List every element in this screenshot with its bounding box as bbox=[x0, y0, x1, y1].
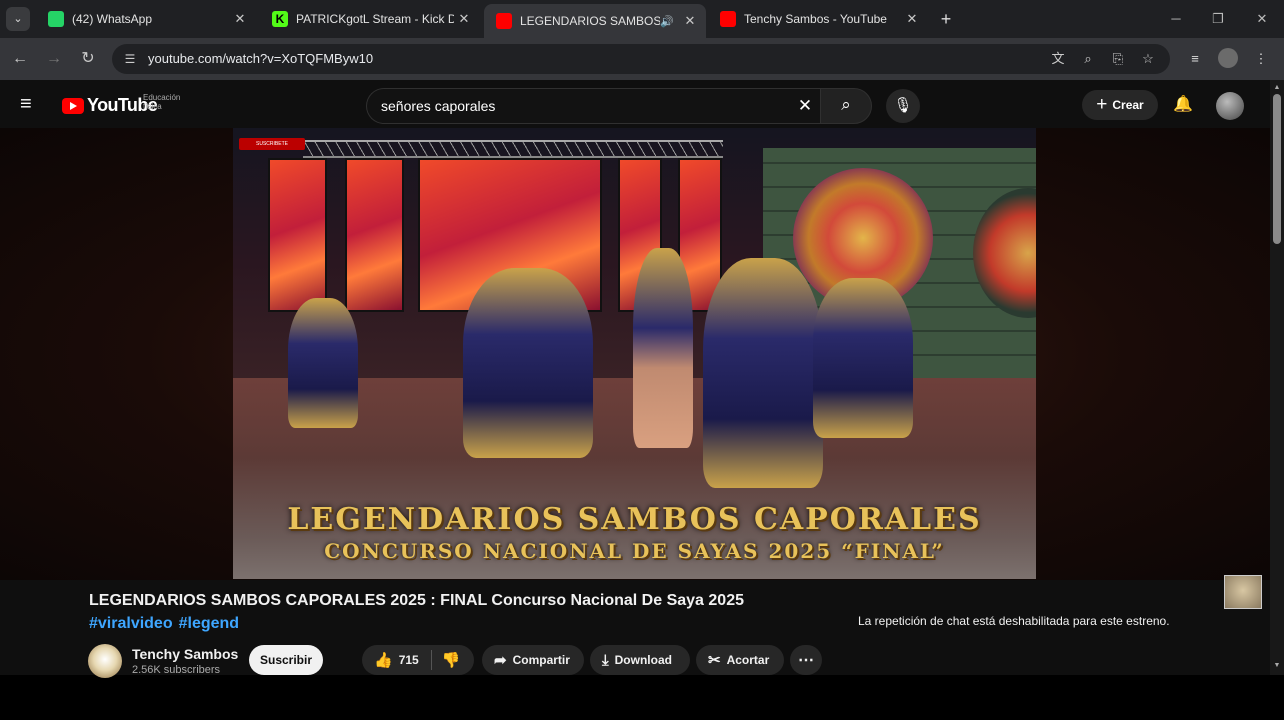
dancer bbox=[463, 268, 593, 458]
more-icon: ⋯ bbox=[798, 652, 814, 669]
video-caption-title: LEGENDARIOS SAMBOS CAPORALES bbox=[287, 502, 982, 537]
subscriber-count: 2.56K subscribers bbox=[132, 664, 221, 676]
thumbs-up-icon[interactable]: 👍 bbox=[374, 651, 393, 669]
plus-icon: + bbox=[1096, 94, 1108, 115]
close-icon[interactable]: ✕ bbox=[230, 11, 250, 27]
youtube-icon bbox=[720, 11, 736, 27]
download-icon: ⤓ bbox=[602, 651, 609, 669]
tab-whatsapp[interactable]: (42) WhatsApp ✕ bbox=[36, 4, 256, 34]
close-icon[interactable]: ✕ bbox=[454, 11, 474, 27]
logo-subtitle: Educación física bbox=[143, 93, 181, 111]
translate-icon[interactable]: 文 bbox=[1048, 49, 1068, 69]
more-actions-button[interactable]: ⋯ bbox=[790, 645, 822, 675]
scroll-up-icon[interactable]: ▲ bbox=[1273, 84, 1281, 92]
video-info: LEGENDARIOS SAMBOS CAPORALES 2025 : FINA… bbox=[0, 580, 1270, 678]
tab-legendarios[interactable]: LEGENDARIOS SAMBOS CAPORALES 🔊 ✕ bbox=[484, 4, 706, 38]
minimize-button[interactable]: ─ bbox=[1166, 10, 1186, 28]
video-caption-subtitle: CONCURSO NACIONAL DE SAYAS 2025 “FINAL” bbox=[324, 539, 945, 563]
share-button[interactable]: ➦ Compartir bbox=[482, 645, 584, 675]
kick-icon: K bbox=[272, 11, 288, 27]
browser-menu-icon[interactable]: ⋮ bbox=[1250, 48, 1272, 70]
tab-title: (42) WhatsApp bbox=[72, 12, 153, 26]
page-scrollbar[interactable]: ▲ ▼ bbox=[1270, 80, 1284, 675]
tab-title: PATRICKgotL Stream - Kick Dashboard bbox=[296, 12, 454, 26]
back-icon[interactable]: ← bbox=[10, 49, 30, 69]
download-label: Download bbox=[614, 653, 672, 667]
tab-title: LEGENDARIOS SAMBOS CAPORALES bbox=[520, 14, 661, 28]
restore-button[interactable]: ❐ bbox=[1208, 10, 1228, 28]
toolbar: ← → ↻ ☰ youtube.com/watch?v=XoTQFMByw10 … bbox=[0, 38, 1284, 80]
youtube-icon bbox=[496, 13, 512, 29]
window-close-button[interactable]: ✕ bbox=[1252, 10, 1272, 28]
video-subscribe-overlay: SUSCRIBETE bbox=[239, 138, 305, 150]
url-text[interactable]: youtube.com/watch?v=XoTQFMByw10 bbox=[148, 51, 373, 66]
scroll-down-icon[interactable]: ▼ bbox=[1273, 662, 1281, 670]
dancer bbox=[633, 248, 693, 448]
address-bar[interactable]: ☰ youtube.com/watch?v=XoTQFMByw10 文 ⌕ ⎘ … bbox=[112, 44, 1170, 74]
hashtag-link[interactable]: #legend bbox=[179, 615, 239, 632]
tab-title: Tenchy Sambos - YouTube bbox=[744, 12, 887, 26]
download-button[interactable]: ⤓ Download bbox=[590, 645, 690, 675]
like-count[interactable]: 715 bbox=[399, 653, 419, 667]
led-screen bbox=[345, 158, 404, 312]
close-icon[interactable]: ✕ bbox=[902, 11, 922, 27]
tab-strip: ⌄ (42) WhatsApp ✕ K PATRICKgotL Stream -… bbox=[0, 0, 1284, 38]
channel-name[interactable]: Tenchy Sambos bbox=[132, 646, 238, 662]
microphone-icon[interactable]: 🎙 bbox=[886, 89, 920, 123]
dancer bbox=[813, 278, 913, 438]
site-info-icon[interactable]: ☰ bbox=[120, 49, 140, 69]
new-tab-button[interactable]: + bbox=[936, 9, 956, 29]
create-button[interactable]: + Crear bbox=[1082, 90, 1158, 120]
youtube-header: ≡ YouTube Educación física señores capor… bbox=[0, 80, 1270, 128]
scrollbar-thumb[interactable] bbox=[1273, 94, 1281, 244]
reload-icon[interactable]: ↻ bbox=[78, 49, 98, 69]
hashtags: #viralvideo #legend bbox=[89, 615, 245, 633]
dancer bbox=[288, 298, 358, 428]
notifications-bell-icon[interactable]: 🔔 bbox=[1172, 94, 1194, 116]
stage-truss bbox=[303, 140, 723, 158]
account-avatar[interactable] bbox=[1216, 92, 1244, 120]
chat-disabled-notice: La repetición de chat está deshabilitada… bbox=[858, 614, 1170, 628]
profile-avatar[interactable] bbox=[1218, 48, 1238, 68]
dancer bbox=[703, 258, 823, 488]
youtube-logo-icon bbox=[62, 97, 84, 114]
video-player-area: SUSCRIBETE LEGENDARIOS SAMBOS CAPORALES … bbox=[0, 128, 1270, 609]
share-label: Compartir bbox=[512, 653, 570, 667]
close-icon[interactable]: ✕ bbox=[680, 13, 700, 29]
zoom-icon[interactable]: ⌕ bbox=[1078, 49, 1098, 69]
youtube-page: ≡ YouTube Educación física señores capor… bbox=[0, 80, 1270, 678]
scissors-icon: ✂ bbox=[708, 652, 721, 669]
channel-avatar[interactable] bbox=[88, 644, 122, 678]
thumbs-down-icon[interactable]: 👎 bbox=[442, 651, 461, 669]
subscribe-button[interactable]: Suscribir bbox=[249, 645, 323, 675]
search-box[interactable]: señores caporales ✕ bbox=[366, 88, 821, 124]
bookmark-star-icon[interactable]: ☆ bbox=[1138, 49, 1158, 69]
whatsapp-icon bbox=[48, 11, 64, 27]
video-player[interactable]: SUSCRIBETE LEGENDARIOS SAMBOS CAPORALES … bbox=[233, 128, 1036, 579]
divider bbox=[430, 650, 432, 670]
create-label: Crear bbox=[1112, 98, 1144, 112]
clip-label: Acortar bbox=[726, 653, 770, 667]
share-icon: ➦ bbox=[494, 652, 507, 669]
tab-tenchy-sambos[interactable]: Tenchy Sambos - YouTube ✕ bbox=[708, 4, 928, 34]
tab-kick[interactable]: K PATRICKgotL Stream - Kick Dashboard ✕ bbox=[260, 4, 480, 34]
menu-icon[interactable]: ≡ bbox=[20, 94, 42, 114]
reading-list-icon[interactable]: ≡ bbox=[1184, 48, 1206, 70]
search-input[interactable]: señores caporales bbox=[381, 98, 495, 114]
led-screen bbox=[268, 158, 327, 312]
speaker-icon[interactable]: 🔊 bbox=[660, 15, 674, 28]
video-title: LEGENDARIOS SAMBOS CAPORALES 2025 : FINA… bbox=[89, 592, 744, 609]
tab-search-button[interactable]: ⌄ bbox=[6, 7, 30, 31]
hashtag-link[interactable]: #viralvideo bbox=[89, 615, 173, 632]
like-dislike-group: 👍 715 👎 bbox=[362, 645, 474, 675]
search-icon[interactable]: ⌕ bbox=[820, 88, 872, 124]
install-app-icon[interactable]: ⎘ bbox=[1108, 49, 1128, 69]
clear-search-icon[interactable]: ✕ bbox=[795, 96, 815, 116]
forward-icon[interactable]: → bbox=[44, 49, 64, 69]
clip-button[interactable]: ✂ Acortar bbox=[696, 645, 784, 675]
